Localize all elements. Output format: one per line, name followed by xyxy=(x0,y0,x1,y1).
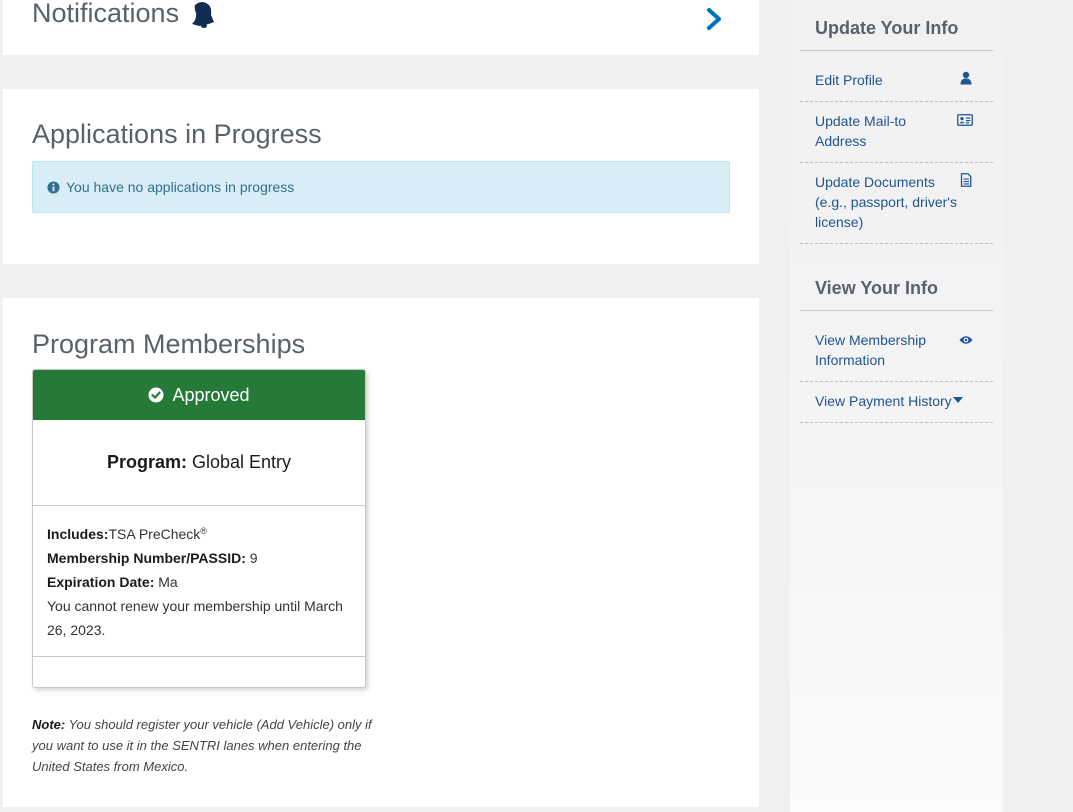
update-address-link[interactable]: Update Mail-to Address xyxy=(815,111,960,151)
notifications-title: Notifications xyxy=(32,0,180,28)
redacted-membership-number xyxy=(257,552,286,567)
sidebar-item-edit-profile[interactable]: Edit Profile xyxy=(800,60,993,102)
expiration-label: Expiration Date: xyxy=(47,574,155,590)
status-label: Approved xyxy=(172,384,250,405)
redacted-expiration-date xyxy=(177,576,248,591)
membership-card: Approved Program: Global Entry Includes:… xyxy=(32,369,366,688)
membership-number-label: Membership Number/PASSID: xyxy=(47,550,246,566)
membership-number-row: Membership Number/PASSID: 9 xyxy=(47,546,351,570)
memberships-title: Program Memberships xyxy=(32,329,306,359)
note-text: You should register your vehicle (Add Ve… xyxy=(32,717,372,774)
id-card-icon xyxy=(957,114,973,126)
sidebar-item-update-address[interactable]: Update Mail-to Address xyxy=(800,101,993,163)
sidebar: Update Your Info Edit Profile Update Mai… xyxy=(790,0,1003,812)
program-row: Program: Global Entry xyxy=(33,420,365,506)
sidebar-item-view-membership[interactable]: View Membership Information xyxy=(800,320,993,382)
expiration-value: Ma xyxy=(158,574,178,590)
document-icon xyxy=(960,173,972,187)
applications-title: Applications in Progress xyxy=(32,119,322,149)
registered-mark: ® xyxy=(200,526,207,536)
includes-value: TSA PreCheck xyxy=(108,526,201,542)
renew-message: You cannot renew your membership until M… xyxy=(47,598,343,638)
eye-icon xyxy=(959,336,973,344)
includes-row: Includes:TSA PreCheck® xyxy=(47,522,351,546)
payment-history-link[interactable]: View Payment History xyxy=(815,391,975,411)
edit-profile-link[interactable]: Edit Profile xyxy=(815,70,960,90)
user-icon xyxy=(960,71,972,85)
view-membership-link[interactable]: View Membership Information xyxy=(815,330,960,370)
membership-number-value: 9 xyxy=(249,550,258,566)
expiration-row: Expiration Date: Ma xyxy=(47,570,351,594)
check-circle-icon xyxy=(148,387,164,403)
approved-status-header: Approved xyxy=(33,370,365,420)
notifications-header: Notifications xyxy=(32,0,215,29)
info-circle-icon xyxy=(47,180,60,194)
no-applications-text: You have no applications in progress xyxy=(66,179,295,195)
update-your-info-heading: Update Your Info xyxy=(800,18,993,51)
view-your-info-heading: View Your Info xyxy=(800,278,993,311)
applications-panel: Applications in Progress You have no app… xyxy=(3,89,759,264)
no-applications-alert: You have no applications in progress xyxy=(32,161,730,213)
notifications-panel: Notifications xyxy=(3,0,759,55)
update-documents-link[interactable]: Update Documents (e.g., passport, driver… xyxy=(815,172,960,232)
membership-details: Includes:TSA PreCheck® Membership Number… xyxy=(33,506,365,657)
includes-label: Includes: xyxy=(47,526,109,542)
memberships-panel: Program Memberships Approved Program: Gl… xyxy=(3,298,759,807)
note-label: Note: xyxy=(32,717,66,732)
chevron-right-icon[interactable] xyxy=(703,6,725,32)
bell-icon xyxy=(192,1,215,28)
program-label: Program: xyxy=(106,452,187,472)
vehicle-note: Note: You should register your vehicle (… xyxy=(32,714,372,777)
sidebar-item-payment-history[interactable]: View Payment History xyxy=(800,381,993,423)
caret-down-icon[interactable] xyxy=(953,397,963,403)
program-value: Global Entry xyxy=(191,452,292,472)
sidebar-item-update-documents[interactable]: Update Documents (e.g., passport, driver… xyxy=(800,162,993,244)
